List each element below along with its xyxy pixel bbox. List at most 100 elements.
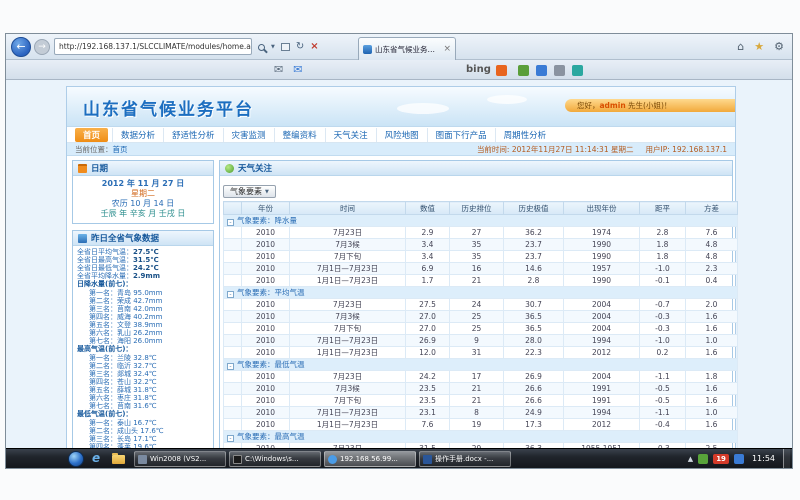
address-bar[interactable]: http://192.168.137.1/SLCCLIMATE/modules/… — [54, 38, 252, 55]
chevron-down-icon[interactable]: ▼ — [271, 44, 275, 50]
search-icon[interactable] — [258, 44, 265, 51]
taskbar-buttons: Win2008 (VS2... C:\Windows\s... 192.168.56… — [134, 451, 511, 467]
ranking-section-title-1: 日降水量(前七)： — [77, 280, 209, 289]
table-group-row[interactable]: -气象要素：降水量 — [224, 215, 738, 227]
menu-item-8[interactable]: 图面下行产品 — [427, 128, 495, 142]
greeting-suffix: 先生(小姐)！ — [626, 101, 672, 110]
weather-summary-panel: 昨日全省气象数据 全省日平均气温：27.5℃全省日最高气温：31.5℃全省日最低… — [72, 230, 214, 448]
send-mail-icon[interactable]: ✉ — [293, 63, 302, 76]
mail-icon[interactable]: ✉ — [274, 63, 283, 76]
menu-item-4[interactable]: 灾害监测 — [223, 128, 274, 142]
table-row[interactable]: 20107月3候23.52126.61991-0.51.6 — [224, 383, 738, 395]
settings-gear-icon[interactable]: ⚙ — [774, 40, 784, 53]
main-column: 天气关注 气象要素 ▼ — [219, 160, 733, 448]
taskbar-button-4[interactable]: 操作手册.docx -... — [419, 451, 511, 467]
menu-item-3[interactable]: 舒适性分析 — [163, 128, 223, 142]
menu-item-6[interactable]: 天气关注 — [325, 128, 376, 142]
favorites-star-icon[interactable]: ★ — [754, 40, 764, 53]
home-icon[interactable]: ⌂ — [737, 40, 744, 53]
table-row[interactable]: 20101月1日—7月23日12.03122.320120.21.6 — [224, 347, 738, 359]
ranking-entry: 第七名：莒南 31.6℃ — [77, 402, 209, 410]
addon-tile-icon[interactable] — [496, 65, 507, 76]
addon-icon-4[interactable] — [572, 65, 583, 76]
table-row[interactable]: 20107月1日—7月23日23.1824.91994-1.11.0 — [224, 407, 738, 419]
breadcrumb-home-link[interactable]: 首页 — [113, 145, 128, 154]
addon-icon-1[interactable] — [518, 65, 529, 76]
weather-data-table: 年份时间数值历史排位历史极值出现年份距平方差 -气象要素：降水量20107月23… — [223, 201, 738, 448]
page-container: 山东省气候业务平台 您好，admin 先生(小姐)！ 首页数据分析舒适性分析灾害… — [66, 86, 736, 448]
bing-logo[interactable]: bing — [466, 64, 491, 75]
column-header: 距平 — [640, 202, 686, 215]
table-row[interactable]: 20107月下旬3.43523.719901.84.8 — [224, 251, 738, 263]
table-row[interactable]: 20107月23日24.21726.92004-1.11.8 — [224, 371, 738, 383]
table-row[interactable]: 20107月23日2.92736.219742.87.6 — [224, 227, 738, 239]
element-filter-button[interactable]: 气象要素 ▼ — [223, 185, 276, 198]
table-row[interactable]: 20107月下旬27.02536.52004-0.31.6 — [224, 323, 738, 335]
chart-icon — [78, 234, 87, 243]
page-viewport: 山东省气候业务平台 您好，admin 先生(小姐)！ 首页数据分析舒适性分析灾害… — [6, 80, 792, 448]
sidebar: 日期 2012 年 11 月 27 日星期二农历 10 月 14 日壬辰 年 辛… — [72, 160, 214, 448]
menu-item-1[interactable]: 首页 — [75, 128, 108, 142]
screenshot-stage: ← → http://192.168.137.1/SLCCLIMATE/modu… — [0, 0, 800, 500]
collapse-icon[interactable]: - — [227, 219, 234, 226]
table-row[interactable]: 20101月1日—7月23日1.7212.81990-0.10.4 — [224, 275, 738, 287]
ranking-entry: 第三名：莒南 42.0mm — [77, 305, 209, 313]
user-ip: 用户IP: 192.168.137.1 — [645, 144, 727, 155]
taskbar-button-3[interactable]: 192.168.56.99... — [324, 451, 416, 467]
table-row[interactable]: 20107月下旬23.52126.61991-0.51.6 — [224, 395, 738, 407]
tab-title: 山东省气候业务平... — [375, 44, 440, 55]
tray-icon-network[interactable] — [734, 454, 744, 464]
ie-taskbar-icon[interactable]: e — [92, 451, 100, 465]
table-group-row[interactable]: -气象要素：平均气温 — [224, 287, 738, 299]
taskbar-button-1[interactable]: Win2008 (VS2... — [134, 451, 226, 467]
start-button[interactable] — [68, 451, 84, 467]
collapse-icon[interactable]: - — [227, 435, 234, 442]
menu-item-5[interactable]: 整编资料 — [274, 128, 325, 142]
menu-item-7[interactable]: 风险地图 — [376, 128, 427, 142]
ie-icon — [328, 455, 337, 464]
browser-tab[interactable]: 山东省气候业务平... × — [358, 37, 456, 60]
collapse-icon[interactable]: - — [227, 363, 234, 370]
column-header — [224, 202, 242, 215]
tray-chevron-up-icon[interactable]: ▲ — [688, 455, 693, 463]
collapse-icon[interactable]: - — [227, 291, 234, 298]
explorer-folder-icon[interactable] — [112, 455, 125, 464]
table-row[interactable]: 20107月3候3.43523.719901.84.8 — [224, 239, 738, 251]
menu-item-2[interactable]: 数据分析 — [112, 128, 163, 142]
site-banner: 山东省气候业务平台 您好，admin 先生(小姐)！ — [67, 87, 735, 127]
forward-button[interactable]: → — [34, 39, 50, 55]
addon-icon-3[interactable] — [554, 65, 565, 76]
table-group-row[interactable]: -气象要素：最高气温 — [224, 431, 738, 443]
table-group-row[interactable]: -气象要素：最低气温 — [224, 359, 738, 371]
compatibility-view-icon[interactable] — [281, 43, 290, 51]
breadcrumb-label: 当前位置： — [75, 145, 113, 154]
ranking-entry: 第四名：威海 40.2mm — [77, 313, 209, 321]
table-row[interactable]: 20107月3候27.02536.52004-0.31.6 — [224, 311, 738, 323]
taskbar-button-label: 操作手册.docx -... — [435, 454, 493, 464]
table-row[interactable]: 20107月1日—7月23日26.9928.01994-1.01.0 — [224, 335, 738, 347]
table-row[interactable]: 20107月23日27.52430.72004-0.72.0 — [224, 299, 738, 311]
table-row[interactable]: 20101月1日—7月23日7.61917.32012-0.41.6 — [224, 419, 738, 431]
show-desktop-button[interactable] — [783, 449, 790, 469]
stop-icon[interactable]: × — [310, 42, 318, 52]
refresh-icon[interactable]: ↻ — [296, 42, 304, 52]
weather-focus-header: 天气关注 — [220, 161, 732, 176]
taskbar-button-label: C:\Windows\s... — [245, 455, 299, 463]
taskbar-clock[interactable]: 11:54 — [749, 454, 778, 463]
ranking-section-title-2: 最高气温(前七)： — [77, 345, 209, 354]
addon-icon-2[interactable] — [536, 65, 547, 76]
menu-item-9[interactable]: 周期性分析 — [495, 128, 555, 142]
mail-icons: ✉ ✉ — [274, 63, 302, 76]
taskbar-button-2[interactable]: C:\Windows\s... — [229, 451, 321, 467]
tray-icon-antivirus[interactable] — [698, 454, 708, 464]
date-panel-title: 日期 — [91, 162, 108, 174]
date-line-4: 壬辰 年 辛亥 月 壬戌 日 — [77, 209, 209, 219]
chevron-down-icon: ▼ — [265, 189, 269, 195]
table-row[interactable]: 20107月1日—7月23日6.91614.61957-1.02.3 — [224, 263, 738, 275]
back-button[interactable]: ← — [11, 37, 31, 57]
notification-badge[interactable]: 19 — [713, 454, 729, 464]
date-line-2: 星期二 — [77, 189, 209, 199]
weather-table-body: -气象要素：降水量20107月23日2.92736.219742.87.6201… — [224, 215, 738, 449]
tab-close-icon[interactable]: × — [443, 44, 451, 54]
browser-command-bar: ✉ ✉ bing — [6, 60, 792, 80]
